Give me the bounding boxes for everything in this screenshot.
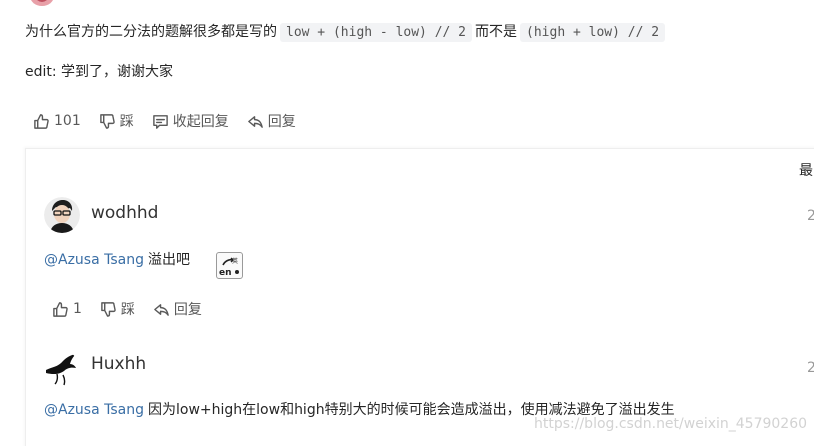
dislike-label: 踩 <box>120 302 135 318</box>
like-button[interactable]: 101 <box>33 113 81 130</box>
svg-text:en: en <box>219 268 232 278</box>
collapse-replies-label: 收起回复 <box>172 114 229 130</box>
svg-text:英: 英 <box>232 257 238 265</box>
edit-note: edit: 学到了，谢谢大家 <box>25 64 174 80</box>
avatar-bird-icon <box>43 350 79 386</box>
thumbs-up-icon <box>34 113 49 129</box>
code-snippet-subtraction: low + (high - low) // 2 <box>280 23 473 42</box>
code-snippet-addition: (high + low) // 2 <box>520 23 666 42</box>
dislike-button[interactable]: 踩 <box>99 111 134 131</box>
reply-body: 溢出吧 <box>148 252 190 268</box>
mention-link[interactable]: @Azusa Tsang <box>44 402 144 418</box>
thumbs-up-icon <box>53 301 68 317</box>
reply-username[interactable]: Huxhh <box>91 354 146 374</box>
question-prefix: 为什么官方的二分法的题解很多都是写的 <box>25 24 277 40</box>
like-count: 1 <box>73 301 82 317</box>
reply-action-bar: 1 踩 回复 <box>52 299 220 319</box>
user-avatar[interactable] <box>43 350 79 386</box>
question-middle: 而不是 <box>475 24 518 40</box>
dislike-label: 踩 <box>119 114 134 130</box>
question-text: 为什么官方的二分法的题解很多都是写的 low + (high - low) // … <box>25 19 668 46</box>
thumbs-down-icon <box>101 301 116 317</box>
reply-arrow-icon <box>154 303 169 316</box>
like-count: 101 <box>54 113 81 129</box>
collapse-replies-button[interactable]: 收起回复 <box>152 111 229 131</box>
watermark: https://blog.csdn.net/weixin_45790260 <box>534 416 808 432</box>
reply-date: 2 <box>807 208 814 224</box>
thumbs-down-icon <box>99 113 115 129</box>
sort-label[interactable]: 最 <box>799 160 813 180</box>
like-button[interactable]: 1 <box>52 301 82 318</box>
translate-en-icon[interactable]: en 英 <box>216 252 243 279</box>
dislike-button[interactable]: 踩 <box>100 299 135 319</box>
reply-button[interactable]: 回复 <box>247 111 296 131</box>
reply-button[interactable]: 回复 <box>153 299 202 319</box>
reply-arrow-icon <box>247 115 263 128</box>
reply-label: 回复 <box>267 114 296 130</box>
reply-content: @Azusa Tsang 溢出吧 <box>44 250 190 270</box>
reply-date: 2 <box>807 360 814 376</box>
mention-link[interactable]: @Azusa Tsang <box>44 252 144 268</box>
reply-username[interactable]: wodhhd <box>91 203 158 223</box>
post-action-bar: 101 踩 收起回复 回复 <box>33 111 314 131</box>
user-avatar[interactable] <box>44 197 80 233</box>
comment-icon <box>152 114 168 129</box>
question-author-avatar[interactable] <box>30 0 54 6</box>
avatar-portrait-icon <box>44 197 80 233</box>
reply-label: 回复 <box>173 302 202 318</box>
